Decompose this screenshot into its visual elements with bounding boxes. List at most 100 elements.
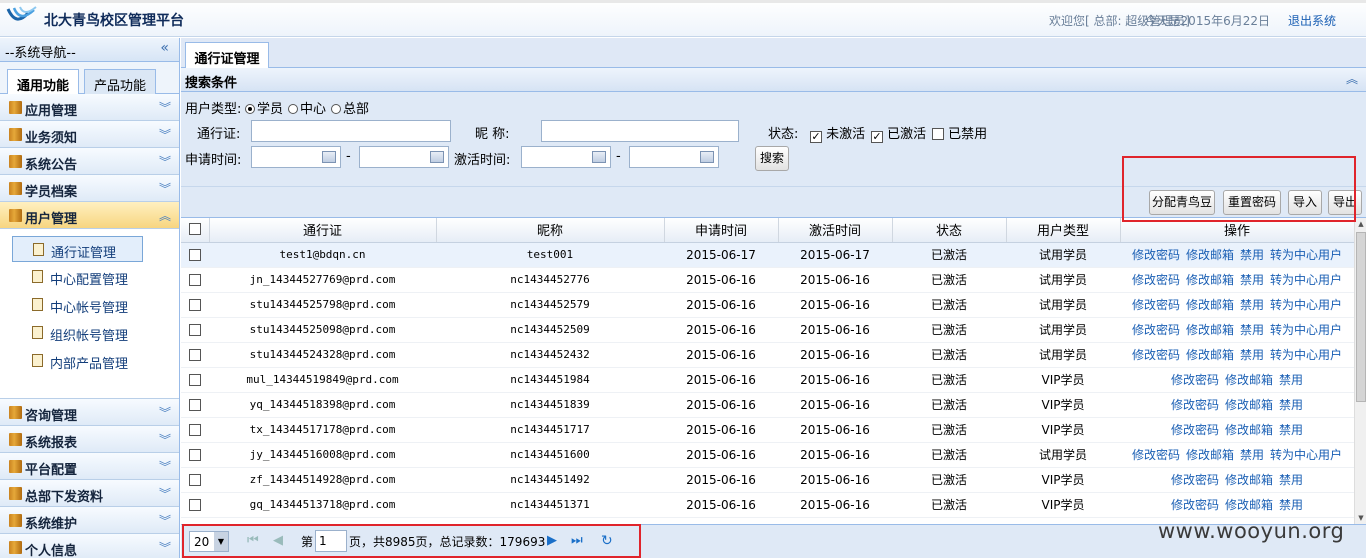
action-link[interactable]: 修改密码 <box>1171 373 1219 387</box>
user-type-radio-center[interactable]: 中心 <box>288 98 326 117</box>
menu-business-notice[interactable]: 业务须知 ︾ <box>0 121 179 148</box>
action-link[interactable]: 转为中心用户 <box>1270 248 1342 262</box>
action-link[interactable]: 修改密码 <box>1132 298 1180 312</box>
action-link[interactable]: 禁用 <box>1279 398 1303 412</box>
col-status[interactable]: 状态 <box>892 218 1007 243</box>
tab-general[interactable]: 通用功能 <box>7 69 79 96</box>
action-link[interactable]: 禁用 <box>1240 323 1264 337</box>
table-row[interactable]: mul_14344519849@prd.com nc1434451984 2015-… <box>181 367 1354 393</box>
collapse-search-icon[interactable]: ︽ <box>1346 70 1358 87</box>
row-checkbox[interactable] <box>181 442 209 468</box>
table-row[interactable]: jn_14344527769@prd.com nc1434452776 2015-0… <box>181 267 1354 293</box>
action-link[interactable]: 修改密码 <box>1171 423 1219 437</box>
collapse-sidebar-icon[interactable]: « <box>160 40 169 56</box>
action-link[interactable]: 修改邮箱 <box>1225 498 1273 512</box>
menu-consulting[interactable]: 咨询管理 ︾ <box>0 399 179 426</box>
action-link[interactable]: 禁用 <box>1279 373 1303 387</box>
table-row[interactable]: stu14344525798@prd.com nc1434452579 2015-0… <box>181 292 1354 318</box>
menu-platform-config[interactable]: 平台配置 ︾ <box>0 453 179 480</box>
row-checkbox[interactable] <box>181 367 209 393</box>
action-link[interactable]: 禁用 <box>1240 448 1264 462</box>
menu-student-records[interactable]: 学员档案 ︾ <box>0 175 179 202</box>
action-link[interactable]: 禁用 <box>1279 473 1303 487</box>
apply-time-start[interactable] <box>251 146 341 168</box>
status-check-inactive[interactable]: ✓ 未激活 <box>810 123 865 143</box>
action-link[interactable]: 修改密码 <box>1132 348 1180 362</box>
action-link[interactable]: 修改邮箱 <box>1186 298 1234 312</box>
action-link[interactable]: 修改密码 <box>1171 498 1219 512</box>
menu-system-announcement[interactable]: 系统公告 ︾ <box>0 148 179 175</box>
col-passport[interactable]: 通行证 <box>209 218 437 243</box>
table-row[interactable]: jy_14344516008@prd.com nc1434451600 2015-0… <box>181 442 1354 468</box>
row-checkbox[interactable] <box>181 242 209 268</box>
submenu-org-account[interactable]: 组织帐号管理 <box>12 320 143 346</box>
action-link[interactable]: 修改密码 <box>1171 473 1219 487</box>
col-apply-time[interactable]: 申请时间 <box>664 218 779 243</box>
action-link[interactable]: 修改邮箱 <box>1225 398 1273 412</box>
action-link[interactable]: 修改密码 <box>1171 398 1219 412</box>
submenu-passport-management[interactable]: 通行证管理 <box>12 236 143 262</box>
user-type-radio-hq[interactable]: 总部 <box>331 98 369 117</box>
menu-hq-materials[interactable]: 总部下发资料 ︾ <box>0 480 179 507</box>
row-checkbox[interactable] <box>181 467 209 493</box>
row-checkbox[interactable] <box>181 267 209 293</box>
row-checkbox[interactable] <box>181 317 209 343</box>
action-link[interactable]: 转为中心用户 <box>1270 298 1342 312</box>
submenu-center-account[interactable]: 中心帐号管理 <box>12 292 143 318</box>
menu-system-reports[interactable]: 系统报表 ︾ <box>0 426 179 453</box>
menu-system-maintenance[interactable]: 系统维护 ︾ <box>0 507 179 534</box>
grid-scrollbar[interactable]: ▲ ▼ <box>1354 218 1366 524</box>
action-link[interactable]: 修改密码 <box>1132 273 1180 287</box>
action-link[interactable]: 修改邮箱 <box>1186 273 1234 287</box>
scroll-down-icon[interactable]: ▼ <box>1356 512 1366 524</box>
col-nickname[interactable]: 昵称 <box>436 218 665 243</box>
scroll-thumb[interactable] <box>1356 232 1366 402</box>
passport-input[interactable] <box>251 120 451 142</box>
submenu-center-config[interactable]: 中心配置管理 <box>12 264 143 290</box>
logout-link[interactable]: 退出系统 <box>1288 12 1336 29</box>
select-all-checkbox[interactable] <box>181 218 210 243</box>
action-link[interactable]: 禁用 <box>1240 248 1264 262</box>
status-check-active[interactable]: ✓ 已激活 <box>871 123 926 143</box>
action-link[interactable]: 禁用 <box>1240 348 1264 362</box>
search-button[interactable]: 搜索 <box>755 146 789 171</box>
action-link[interactable]: 转为中心用户 <box>1270 323 1342 337</box>
action-link[interactable]: 修改邮箱 <box>1225 373 1273 387</box>
table-row[interactable]: yq_14344518398@prd.com nc1434451839 2015-0… <box>181 392 1354 418</box>
action-link[interactable]: 禁用 <box>1240 298 1264 312</box>
action-link[interactable]: 转为中心用户 <box>1270 273 1342 287</box>
user-type-radio-student[interactable]: 学员 <box>245 98 283 117</box>
tab-product[interactable]: 产品功能 <box>84 69 156 95</box>
table-row[interactable]: test1@bdqn.cn test001 2015-06-17 2015-06-17… <box>181 242 1354 268</box>
activate-time-start[interactable] <box>521 146 611 168</box>
menu-user-management[interactable]: 用户管理 ︽ <box>0 202 179 229</box>
action-link[interactable]: 修改密码 <box>1132 323 1180 337</box>
row-checkbox[interactable] <box>181 492 209 518</box>
table-row[interactable]: gq_14344513718@prd.com nc1434451371 2015-0… <box>181 492 1354 518</box>
row-checkbox[interactable] <box>181 392 209 418</box>
action-link[interactable]: 修改密码 <box>1132 448 1180 462</box>
action-link[interactable]: 修改邮箱 <box>1186 248 1234 262</box>
table-row[interactable]: tx_14344517178@prd.com nc1434451717 2015-0… <box>181 417 1354 443</box>
action-link[interactable]: 禁用 <box>1279 498 1303 512</box>
menu-personal-info[interactable]: 个人信息 ︾ <box>0 534 179 558</box>
table-row[interactable]: zf_14344514928@prd.com nc1434451492 2015-0… <box>181 467 1354 493</box>
scroll-up-icon[interactable]: ▲ <box>1356 218 1366 230</box>
action-link[interactable]: 转为中心用户 <box>1270 348 1342 362</box>
col-user-type[interactable]: 用户类型 <box>1006 218 1121 243</box>
action-link[interactable]: 转为中心用户 <box>1270 448 1342 462</box>
submenu-internal-product[interactable]: 内部产品管理 <box>12 348 143 374</box>
col-activate-time[interactable]: 激活时间 <box>778 218 893 243</box>
action-link[interactable]: 修改邮箱 <box>1186 348 1234 362</box>
row-checkbox[interactable] <box>181 342 209 368</box>
row-checkbox[interactable] <box>181 292 209 318</box>
table-row[interactable]: stu14344524328@prd.com nc1434452432 2015-0… <box>181 342 1354 368</box>
action-link[interactable]: 修改密码 <box>1132 248 1180 262</box>
action-link[interactable]: 禁用 <box>1240 273 1264 287</box>
apply-time-end[interactable] <box>359 146 449 168</box>
action-link[interactable]: 修改邮箱 <box>1186 323 1234 337</box>
tab-passport-management[interactable]: 通行证管理 <box>185 42 269 69</box>
action-link[interactable]: 修改邮箱 <box>1225 473 1273 487</box>
table-row[interactable]: stu14344525098@prd.com nc1434452509 2015-0… <box>181 317 1354 343</box>
status-check-disabled[interactable]: 已禁用 <box>932 123 987 142</box>
